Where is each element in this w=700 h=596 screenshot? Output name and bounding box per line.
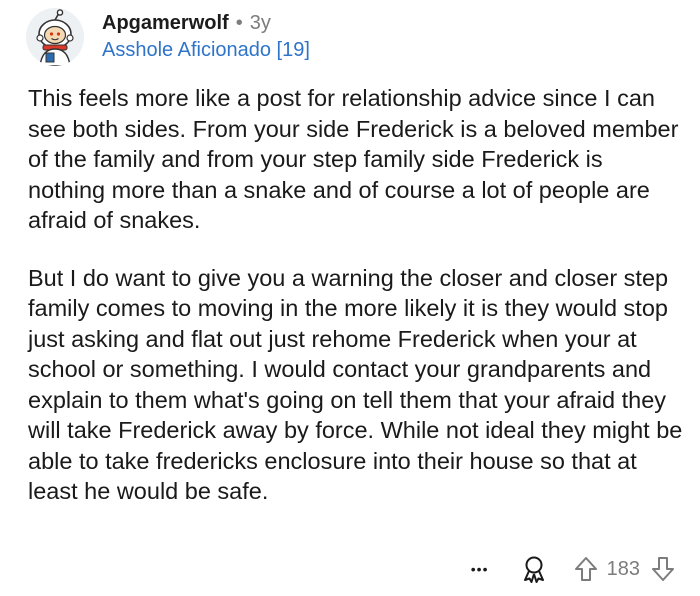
avatar[interactable] <box>26 8 84 66</box>
award-icon <box>523 556 544 583</box>
comment-header: Apgamerwolf • 3y Asshole Aficionado [19] <box>26 8 310 66</box>
comment-age: 3y <box>249 12 271 34</box>
upvote-button[interactable] <box>571 556 601 582</box>
user-flair: Asshole Aficionado [19] <box>102 39 310 61</box>
more-options-button[interactable]: ••• <box>465 561 495 577</box>
comment-card: Apgamerwolf • 3y Asshole Aficionado [19]… <box>0 0 700 596</box>
more-options-icon: ••• <box>470 561 489 577</box>
snoo-avatar-icon <box>26 8 84 66</box>
comment-body: This feels more like a post for relation… <box>28 83 683 507</box>
vote-score: 183 <box>606 557 640 580</box>
comment-paragraph-2: But I do want to give you a warning the … <box>28 264 683 505</box>
downvote-arrow-icon <box>652 557 674 581</box>
award-button[interactable] <box>519 555 549 583</box>
meta-separator: • <box>235 12 243 34</box>
comment-meta: Apgamerwolf • 3y Asshole Aficionado [19] <box>102 8 310 66</box>
comment-paragraph-1: This feels more like a post for relation… <box>28 85 679 233</box>
meta-top-line: Apgamerwolf • 3y <box>102 11 310 35</box>
upvote-arrow-icon <box>574 557 597 581</box>
author-username[interactable]: Apgamerwolf <box>102 11 229 35</box>
comment-actions: ••• 183 <box>465 553 678 585</box>
downvote-button[interactable] <box>648 556 678 582</box>
